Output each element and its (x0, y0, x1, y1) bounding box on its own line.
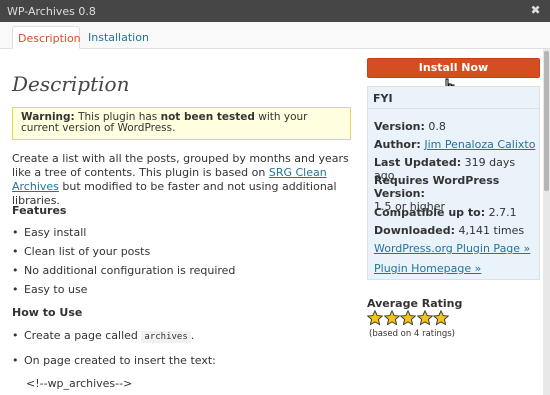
list-item: • Clean list of your posts (12, 245, 151, 258)
howto-text: On page created to insert the text: (24, 354, 216, 367)
version-label: Version: (374, 120, 425, 133)
window-title: WP-Archives 0.8 (7, 5, 96, 18)
rating-count: (based on 4 ratings) (369, 329, 456, 339)
author-row: Author: Jim Penaloza Calixto (374, 138, 539, 151)
scrollbar-thumb[interactable] (544, 51, 549, 191)
compatible-value: 2.7.1 (488, 206, 517, 219)
warning-notice: Warning: This plugin has not been tested… (12, 107, 351, 140)
plugin-homepage-link[interactable]: Plugin Homepage » (374, 262, 481, 275)
compatible-label: Compatible up to: (374, 206, 486, 219)
list-item: • Create a page called archives. (12, 329, 195, 343)
star-rating (367, 310, 450, 326)
star-icon (383, 310, 400, 326)
author-link[interactable]: Jim Penaloza Calixto (424, 138, 535, 151)
feature-text: Clean list of your posts (24, 245, 151, 258)
install-now-button[interactable]: Install Now (367, 58, 540, 78)
fyi-heading: FYI (368, 87, 539, 109)
list-item: • Easy install (12, 226, 87, 239)
window-titlebar: WP-Archives 0.8 ✖ (0, 0, 550, 22)
content-area: Description Warning: This plugin has not… (0, 49, 550, 395)
tab-description[interactable]: Description (12, 26, 81, 49)
inline-code: archives (141, 331, 191, 343)
downloads-row: Downloaded: 4,141 times (374, 224, 539, 237)
star-icon (416, 310, 433, 326)
vertical-scrollbar[interactable] (543, 49, 550, 395)
star-icon (400, 310, 416, 326)
updated-label: Last Updated: (374, 156, 462, 169)
version-row: Version: 0.8 (374, 120, 539, 133)
downloads-label: Downloaded: (374, 224, 456, 237)
star-icon (433, 310, 449, 326)
tab-bar: Description Installation (0, 22, 550, 49)
compatible-row: Compatible up to: 2.7.1 (374, 206, 539, 219)
wordpress-plugin-page-link[interactable]: WordPress.org Plugin Page » (374, 242, 530, 255)
howto-text-after: . (190, 329, 195, 342)
feature-text: Easy install (24, 226, 87, 239)
downloads-value: 4,141 times (458, 224, 525, 237)
star-icon (367, 310, 383, 326)
list-item: • On page created to insert the text: (12, 354, 216, 367)
list-item: • No additional configuration is required (12, 264, 236, 277)
howto-heading: How to Use (12, 306, 83, 319)
fyi-box: FYI Version: 0.8 Author: Jim Penaloza Ca… (367, 86, 540, 280)
tab-installation[interactable]: Installation (83, 26, 154, 49)
page-title: Description (12, 72, 130, 96)
requires-label: Requires WordPress Version: (374, 174, 500, 200)
author-label: Author: (374, 138, 421, 151)
intro-text-2: but modified to be faster and not using … (12, 180, 337, 207)
close-icon[interactable]: ✖ (529, 4, 542, 17)
list-item: • Easy to use (12, 283, 88, 296)
intro-paragraph: Create a list with all the posts, groupe… (12, 152, 354, 208)
features-heading: Features (12, 204, 67, 217)
code-sample: <!--wp_archives--> (26, 377, 133, 390)
feature-text: Easy to use (24, 283, 88, 296)
feature-text: No additional configuration is required (24, 264, 236, 277)
average-rating-heading: Average Rating (367, 297, 463, 310)
howto-text: Create a page called (24, 329, 142, 342)
version-value: 0.8 (428, 120, 446, 133)
